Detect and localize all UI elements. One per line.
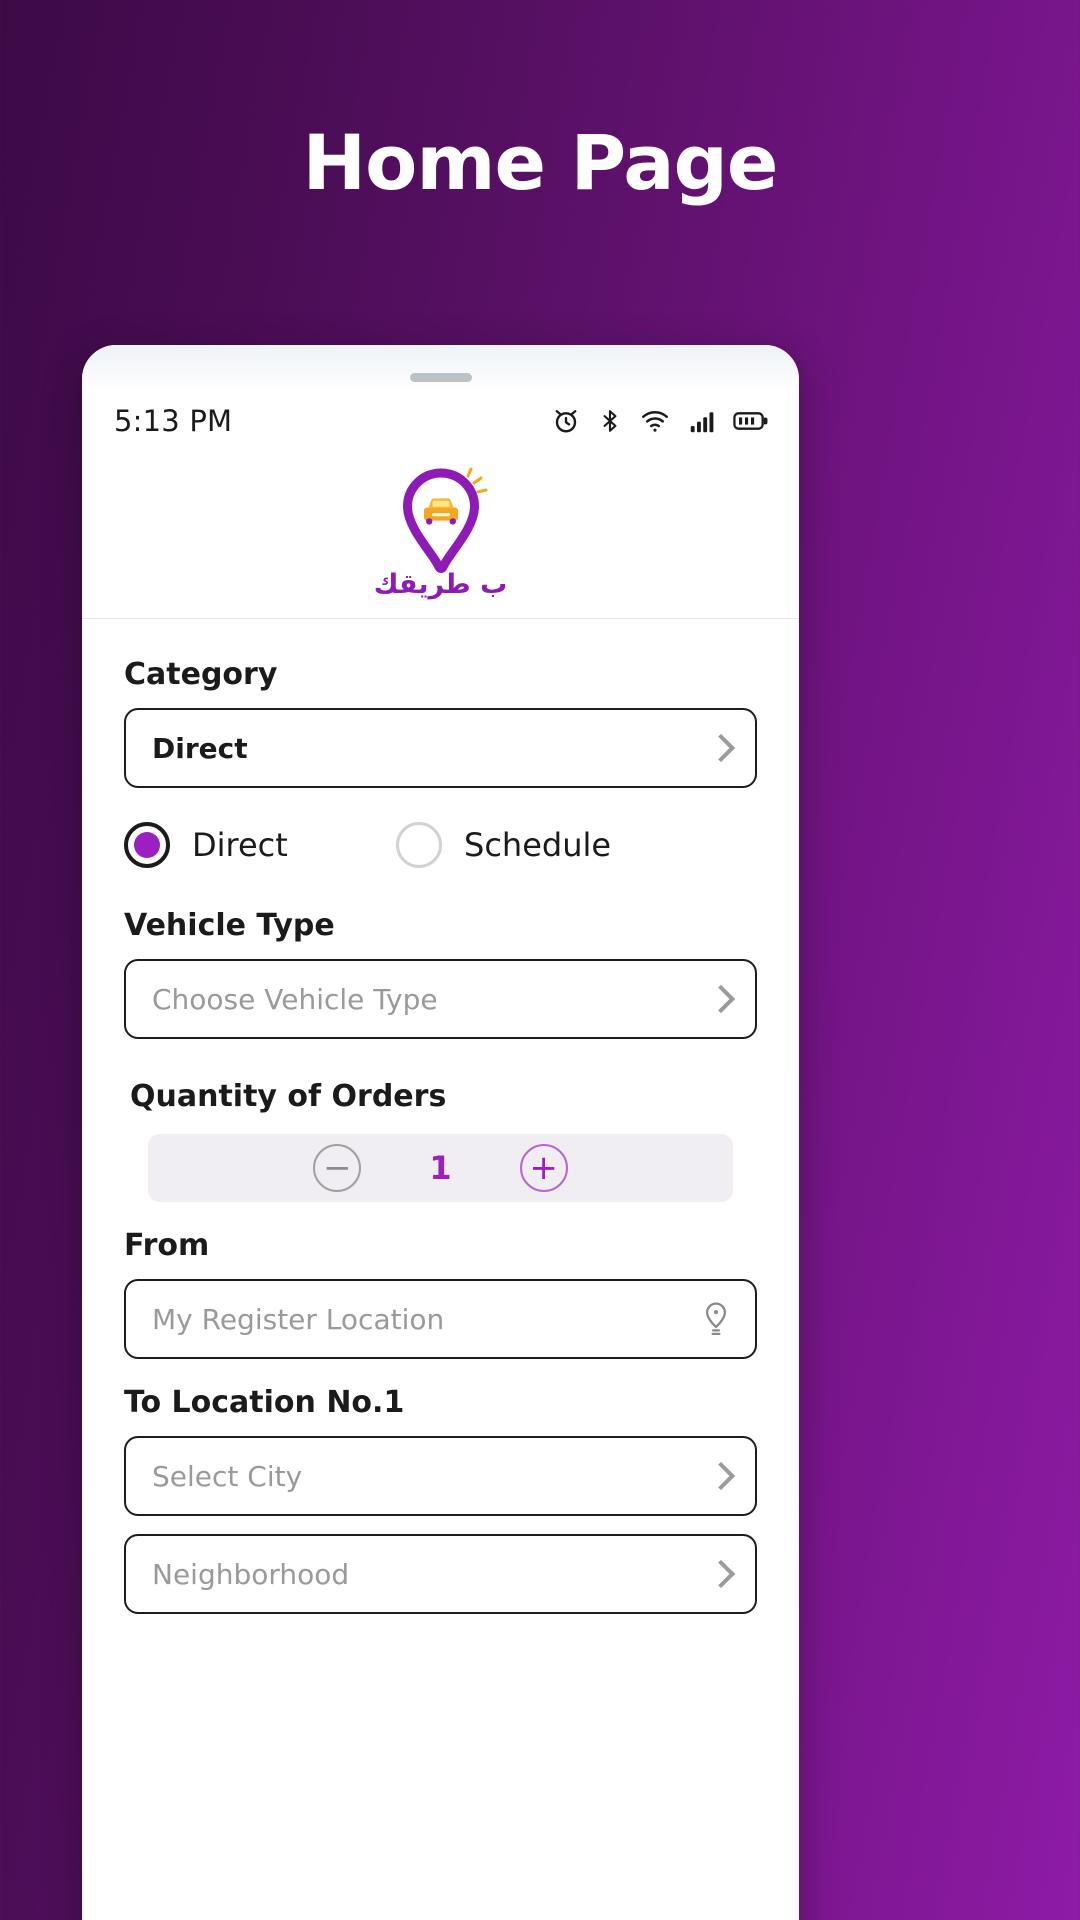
home-form: Category Direct Direct Schedule Vehicle … [82, 619, 799, 1614]
phone-speaker [409, 373, 472, 382]
status-bar: 5:13 PM [82, 393, 799, 449]
chevron-right-icon [706, 1461, 736, 1491]
from-label: From [124, 1228, 210, 1263]
quantity-field-group: Quantity of Orders − 1 + [124, 1079, 757, 1202]
vehicle-type-label: Vehicle Type [124, 908, 335, 943]
bluetooth-icon [597, 406, 623, 436]
phone-top-bezel [82, 345, 799, 393]
wifi-icon [639, 406, 671, 436]
battery-icon [733, 406, 769, 436]
app-logo-header: ب طريقك [82, 449, 799, 619]
map-pin-car-logo [386, 467, 496, 577]
neighborhood-placeholder: Neighborhood [152, 1557, 350, 1591]
mode-radio-group: Direct Schedule [124, 822, 757, 868]
quantity-value: 1 [429, 1149, 452, 1187]
status-icon-group [551, 406, 769, 436]
location-pin-icon[interactable] [701, 1301, 731, 1337]
to-location-label: To Location No.1 [124, 1385, 405, 1420]
to-location-city-select[interactable]: Select City [124, 1436, 757, 1516]
vehicle-type-select[interactable]: Choose Vehicle Type [124, 959, 757, 1039]
radio-selected-icon [124, 822, 170, 868]
from-field-group: From My Register Location [124, 1228, 757, 1359]
phone-mockup: 5:13 PM ب طريقك Category Direct Direct S… [82, 345, 799, 1920]
radio-label-schedule: Schedule [464, 826, 612, 864]
city-placeholder: Select City [152, 1459, 303, 1493]
radio-label-direct: Direct [192, 826, 288, 864]
quantity-increment-button[interactable]: + [519, 1144, 568, 1192]
to-location-neighborhood-select[interactable]: Neighborhood [124, 1534, 757, 1614]
from-location-input[interactable]: My Register Location [124, 1279, 757, 1359]
quantity-stepper: − 1 + [148, 1134, 733, 1202]
to-location-field-group: To Location No.1 Select City Neighborhoo… [124, 1385, 757, 1614]
chevron-right-icon [706, 984, 736, 1014]
radio-option-schedule[interactable]: Schedule [396, 822, 611, 868]
quantity-decrement-button[interactable]: − [313, 1144, 362, 1192]
radio-unselected-icon [396, 822, 442, 868]
category-selected-value: Direct [152, 731, 248, 765]
status-time: 5:13 PM [114, 404, 233, 438]
category-field-group: Category Direct [124, 657, 757, 788]
category-select[interactable]: Direct [124, 708, 757, 788]
vehicle-type-placeholder: Choose Vehicle Type [152, 982, 438, 1016]
chevron-right-icon [706, 733, 736, 763]
car-glyph [423, 498, 458, 525]
quantity-label: Quantity of Orders [130, 1079, 447, 1114]
cellular-signal-icon [687, 406, 717, 436]
category-label: Category [124, 657, 278, 692]
page-title: Home Page [302, 118, 779, 207]
vehicle-type-field-group: Vehicle Type Choose Vehicle Type [124, 908, 757, 1039]
alarm-icon [551, 406, 581, 436]
from-placeholder: My Register Location [152, 1302, 445, 1336]
radio-option-direct[interactable]: Direct [124, 822, 396, 868]
chevron-right-icon [706, 1559, 736, 1589]
